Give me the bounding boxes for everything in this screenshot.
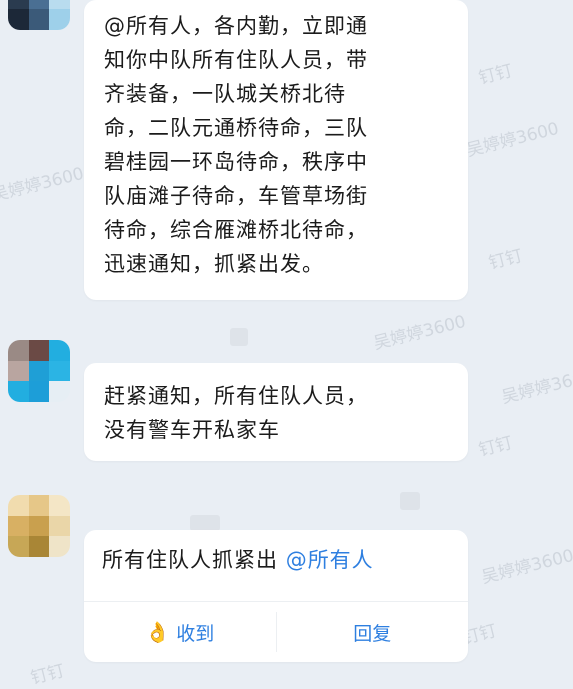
sender-avatar[interactable]: [8, 495, 70, 557]
blurred-artifact: [400, 492, 420, 510]
watermark-text: 钉钉: [28, 661, 67, 689]
reply-button[interactable]: 回复: [277, 602, 469, 662]
watermark-text: 钉钉: [486, 246, 525, 274]
watermark-text: 吴婷婷3600: [371, 311, 468, 355]
message-text: @所有人，各内勤，立即通 知你中队所有住队人员，带 齐装备，一队城关桥北待 命，…: [104, 14, 368, 276]
received-button[interactable]: 👌 收到: [84, 602, 276, 662]
mention-all-link[interactable]: @所有人: [286, 548, 374, 572]
received-label: 收到: [176, 622, 215, 645]
message-bubble[interactable]: @所有人，各内勤，立即通 知你中队所有住队人员，带 齐装备，一队城关桥北待 命，…: [84, 0, 468, 300]
message-text: 所有住队人抓紧出 @所有人: [102, 544, 374, 574]
blurred-artifact: [230, 328, 248, 346]
message-action-bar: 👌 收到 回复: [84, 601, 468, 662]
reply-label: 回复: [353, 622, 392, 645]
watermark-text: 吴婷婷3600: [0, 163, 86, 207]
ok-hand-icon: 👌: [145, 620, 171, 644]
message-text-prefix: 所有住队人抓紧出: [102, 548, 286, 572]
message-text: 赶紧通知，所有住队人员， 没有警车开私家车: [104, 384, 368, 442]
message-bubble[interactable]: 所有住队人抓紧出 @所有人 👌 收到 回复: [84, 530, 468, 662]
watermark-text: 吴婷婷3600: [464, 118, 561, 162]
watermark-text: 吴婷婷3600: [479, 545, 573, 589]
watermark-text: 吴婷婷3600: [499, 365, 573, 409]
message-bubble[interactable]: 赶紧通知，所有住队人员， 没有警车开私家车: [84, 363, 468, 461]
blurred-artifact: [190, 515, 220, 531]
watermark-text: 钉钉: [476, 61, 515, 89]
sender-avatar[interactable]: [8, 0, 70, 30]
sender-avatar[interactable]: [8, 340, 70, 402]
watermark-text: 钉钉: [476, 433, 515, 461]
